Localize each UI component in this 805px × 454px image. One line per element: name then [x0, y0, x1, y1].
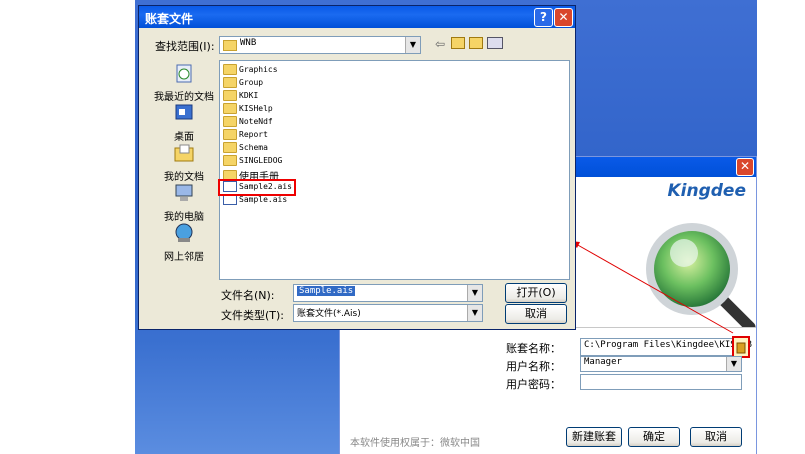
folder-icon: [223, 155, 237, 166]
file-list[interactable]: Graphics Group KDKI KISHelp NoteNdf Repo…: [218, 60, 570, 280]
place-desktop[interactable]: 桌面: [153, 102, 215, 143]
list-item[interactable]: Schema: [223, 142, 268, 155]
filetype-select[interactable]: 账套文件(*.Ais) ▼: [293, 304, 483, 322]
up-folder-icon[interactable]: [451, 37, 465, 49]
chevron-down-icon[interactable]: ▼: [405, 37, 420, 53]
back-icon[interactable]: ⇦: [435, 37, 445, 51]
open-button[interactable]: 打开(O): [505, 283, 567, 303]
folder-icon: [223, 64, 237, 75]
folder-icon: [223, 103, 237, 114]
chevron-down-icon[interactable]: ▼: [467, 285, 482, 301]
chevron-down-icon[interactable]: ▼: [467, 305, 482, 321]
list-item[interactable]: SINGLEDOG: [223, 155, 282, 168]
place-recent-documents[interactable]: 我最近的文档: [153, 62, 215, 103]
place-network[interactable]: 网上邻居: [153, 222, 215, 263]
list-item[interactable]: Report: [223, 129, 268, 142]
list-item[interactable]: KDKI: [223, 90, 258, 103]
list-item[interactable]: NoteNdf: [223, 116, 273, 129]
place-my-computer[interactable]: 我的电脑: [153, 182, 215, 223]
filetype-label: 文件类型(T):: [221, 309, 285, 322]
places-bar: 我最近的文档 桌面 我的文档 我的电脑 网上邻居: [153, 62, 215, 263]
folder-icon: [223, 116, 237, 127]
recent-documents-icon: [176, 64, 192, 83]
folder-icon: [223, 90, 237, 101]
folder-icon: [223, 142, 237, 153]
folder-icon: [223, 129, 237, 140]
file-dialog-titlebar: 账套文件 ? ✕: [139, 6, 575, 28]
close-icon[interactable]: ✕: [554, 8, 573, 27]
highlight-box: [218, 179, 296, 196]
view-menu-icon[interactable]: [487, 37, 503, 49]
folder-icon: [223, 40, 237, 51]
folder-icon: [223, 77, 237, 88]
lookin-select[interactable]: WNB ▼: [219, 36, 421, 54]
cancel-button[interactable]: 取消: [505, 304, 567, 324]
dialog-title: 账套文件: [145, 12, 194, 26]
filename-input[interactable]: Sample.ais ▼: [293, 284, 483, 302]
my-computer-icon: [175, 184, 193, 201]
list-item[interactable]: Graphics: [223, 64, 278, 77]
list-item[interactable]: KISHelp: [223, 103, 273, 116]
filename-label: 文件名(N):: [221, 289, 275, 302]
place-my-documents[interactable]: 我的文档: [153, 142, 215, 183]
lookin-label: 查找范围(I):: [155, 40, 215, 53]
file-dialog: 账套文件 ? ✕ 查找范围(I): WNB ▼ ⇦ 我最近的文档 桌面 我的文档: [138, 5, 576, 330]
desktop-icon: [175, 104, 193, 120]
new-folder-icon[interactable]: [469, 37, 483, 49]
list-item[interactable]: Group: [223, 77, 263, 90]
network-places-icon: [175, 223, 193, 242]
help-icon[interactable]: ?: [534, 8, 553, 27]
my-documents-icon: [174, 144, 194, 162]
